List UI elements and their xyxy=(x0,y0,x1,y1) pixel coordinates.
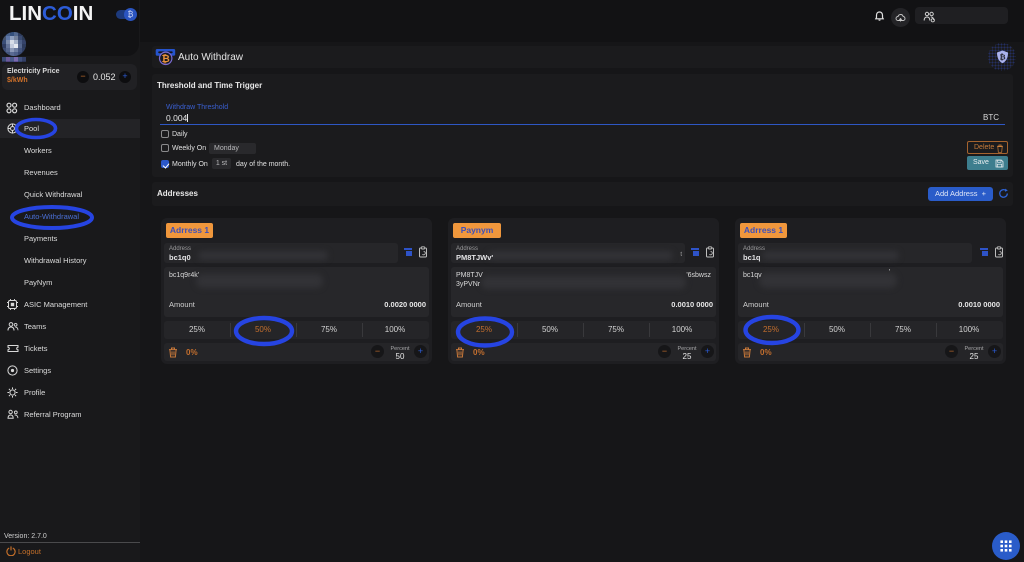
svg-text:₿: ₿ xyxy=(162,53,170,65)
svg-text:₿: ₿ xyxy=(999,53,1005,62)
